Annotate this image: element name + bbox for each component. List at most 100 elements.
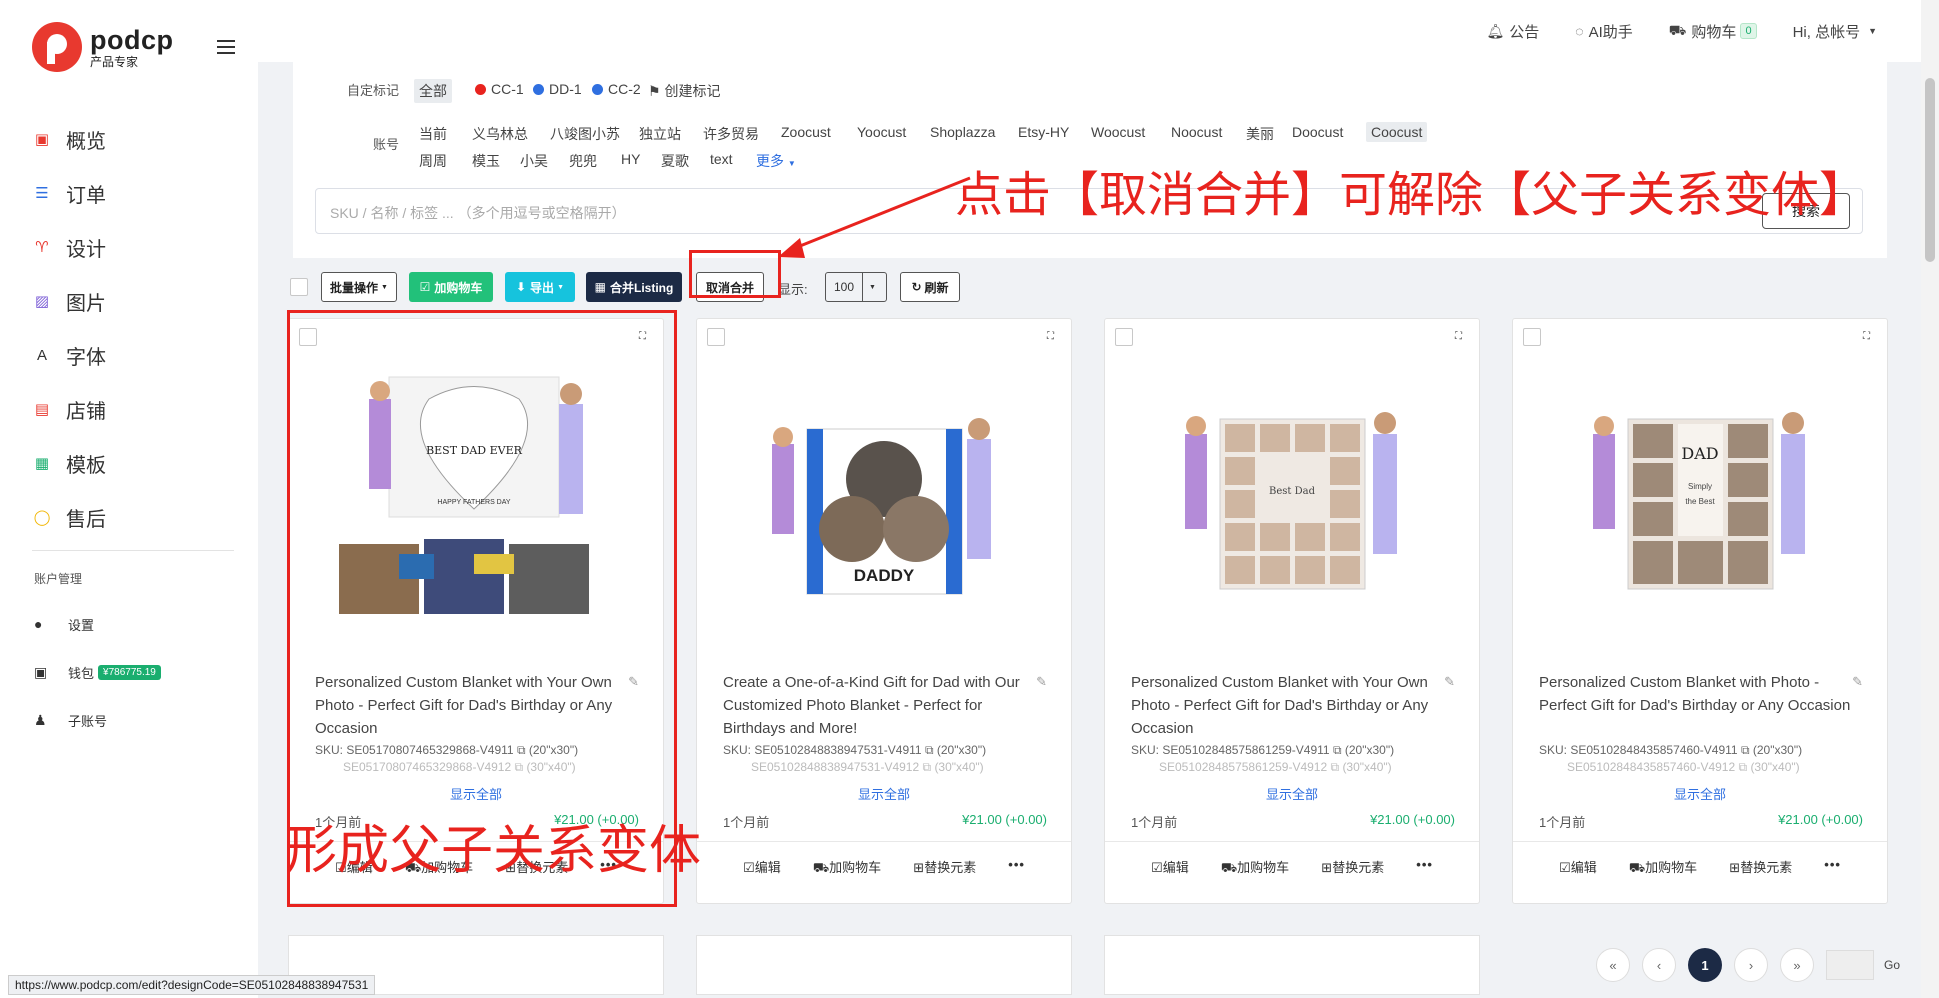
refresh-button[interactable]: ↻ 刷新	[900, 272, 960, 302]
nav-item-images[interactable]: ▨ 图片	[0, 274, 258, 328]
batch-operation-button[interactable]: 批量操作 ▼	[321, 272, 397, 302]
page-1-button[interactable]: 1	[1688, 948, 1722, 982]
last-page-button[interactable]: »	[1780, 948, 1814, 982]
ai-assistant-link[interactable]: ◌ AI助手	[1575, 21, 1633, 42]
account-tag[interactable]: 夏歌	[656, 149, 694, 173]
nav-item-orders[interactable]: ☰ 订单	[0, 166, 258, 220]
account-tag[interactable]: Noocust	[1166, 122, 1227, 142]
first-page-button[interactable]: «	[1596, 948, 1630, 982]
product-image[interactable]: Best Dad	[1105, 359, 1479, 659]
product-card-partial[interactable]	[1104, 935, 1480, 995]
add-to-cart-button[interactable]: ⛟加购物车	[813, 857, 881, 878]
copy-icon[interactable]: ⧉	[1739, 760, 1748, 774]
account-tag[interactable]: HY	[616, 149, 645, 169]
product-title[interactable]: Personalized Custom Blanket with Your Ow…	[1131, 671, 1451, 743]
account-tag[interactable]: 小吴	[515, 149, 553, 173]
nav-item-aftersales[interactable]: ◯ 售后	[0, 490, 258, 544]
export-button[interactable]: ⬇ 导出 ▼	[505, 272, 575, 302]
scrollbar-thumb[interactable]	[1925, 78, 1935, 262]
notice-link[interactable]: 🔔︎ 公告	[1486, 21, 1539, 42]
copy-icon[interactable]: ⧉	[1331, 760, 1340, 774]
account-tag[interactable]: 周周	[414, 149, 452, 173]
add-cart-button[interactable]: ☑ 加购物车	[409, 272, 493, 302]
page-scrollbar[interactable]	[1921, 0, 1939, 998]
nav-item-fonts[interactable]: A 字体	[0, 328, 258, 382]
go-button[interactable]: Go	[1884, 958, 1900, 972]
user-menu[interactable]: Hi, 总帐号 ▼	[1793, 21, 1877, 42]
account-tag[interactable]: 独立站	[634, 122, 686, 146]
edit-button[interactable]: ☑编辑	[743, 857, 781, 878]
product-card-partial[interactable]	[696, 935, 1072, 995]
cart-link[interactable]: ⛟ 购物车 0	[1669, 21, 1757, 42]
account-tag[interactable]: text	[705, 149, 738, 169]
more-options-button[interactable]: •••	[1824, 857, 1841, 878]
copy-icon[interactable]: ⧉	[1741, 743, 1750, 757]
product-title[interactable]: Personalized Custom Blanket with Photo -…	[1539, 671, 1859, 743]
replace-element-button[interactable]: ⊞替换元素	[913, 857, 976, 878]
edit-button[interactable]: ☑编辑	[1151, 857, 1189, 878]
show-all-link[interactable]: 显示全部	[697, 784, 1071, 803]
replace-element-button[interactable]: ⊞替换元素	[1729, 857, 1792, 878]
prev-page-button[interactable]: ‹	[1642, 948, 1676, 982]
next-page-button[interactable]: ›	[1734, 948, 1768, 982]
product-image[interactable]: DADDY	[697, 359, 1071, 659]
account-tag[interactable]: Doocust	[1287, 122, 1348, 142]
more-options-button[interactable]: •••	[1416, 857, 1433, 878]
edit-title-icon[interactable]: ✎	[1444, 674, 1455, 690]
mark-all[interactable]: 全部	[414, 79, 452, 103]
replace-element-button[interactable]: ⊞替换元素	[1321, 857, 1384, 878]
account-tag[interactable]: Yoocust	[852, 122, 911, 142]
expand-icon[interactable]: ⛶	[1047, 331, 1059, 343]
nav-item-stores[interactable]: ▤ 店铺	[0, 382, 258, 436]
nav-item-settings[interactable]: ● 设置	[0, 600, 258, 648]
account-tag[interactable]: Etsy-HY	[1013, 122, 1074, 142]
expand-icon[interactable]: ⛶	[1863, 331, 1875, 343]
add-to-cart-button[interactable]: ⛟加购物车	[1221, 857, 1289, 878]
expand-icon[interactable]: ⛶	[1455, 331, 1467, 343]
account-tag[interactable]: Coocust	[1366, 122, 1428, 142]
copy-icon[interactable]: ⧉	[925, 743, 934, 757]
nav-item-subaccounts[interactable]: ♟ 子账号	[0, 696, 258, 744]
nav-item-overview[interactable]: ▣ 概览	[0, 112, 258, 166]
edit-title-icon[interactable]: ✎	[1036, 674, 1047, 690]
copy-icon[interactable]: ⧉	[1333, 743, 1342, 757]
select-all-checkbox[interactable]	[290, 278, 308, 296]
mark-cc-2[interactable]: CC-2	[587, 79, 646, 99]
card-checkbox[interactable]	[707, 328, 725, 346]
edit-title-icon[interactable]: ✎	[1852, 674, 1863, 690]
mark-cc-1[interactable]: CC-1	[470, 79, 529, 99]
account-tag[interactable]: Shoplazza	[925, 122, 1000, 142]
account-tag[interactable]: 八竣图小苏	[545, 122, 625, 146]
nav-item-wallet[interactable]: ▣ 钱包 ¥786775.19	[0, 648, 258, 696]
copy-icon[interactable]: ⧉	[923, 760, 932, 774]
nav-item-templates[interactable]: ▦ 模板	[0, 436, 258, 490]
account-tag[interactable]: 美丽	[1241, 122, 1279, 146]
show-all-link[interactable]: 显示全部	[1513, 784, 1887, 803]
product-image[interactable]: DAD Simply the Best	[1513, 359, 1887, 659]
account-tag[interactable]: 模玉	[467, 149, 505, 173]
product-card[interactable]: ⛶ DAD Simply the Best Personalized Custo…	[1512, 318, 1888, 904]
create-mark-button[interactable]: ⚑ 创建标记	[643, 79, 725, 103]
account-tag[interactable]: Woocust	[1086, 122, 1150, 142]
mark-dd-1[interactable]: DD-1	[528, 79, 587, 99]
product-card[interactable]: ⛶ Best Dad Personalized Custom Blanket w…	[1104, 318, 1480, 904]
account-tag[interactable]: Zoocust	[776, 122, 836, 142]
page-jump-input[interactable]	[1826, 950, 1874, 980]
show-all-link[interactable]: 显示全部	[1105, 784, 1479, 803]
card-checkbox[interactable]	[1115, 328, 1133, 346]
account-tag[interactable]: 当前	[414, 122, 452, 146]
more-options-button[interactable]: •••	[1008, 857, 1025, 878]
account-tag[interactable]: 义乌林总	[467, 122, 533, 146]
add-to-cart-button[interactable]: ⛟加购物车	[1629, 857, 1697, 878]
account-tag[interactable]: 许多贸易	[698, 122, 764, 146]
menu-collapse-icon[interactable]	[217, 40, 235, 54]
product-card[interactable]: ⛶ DADDY Create a One-of-a-Kind Gift for …	[696, 318, 1072, 904]
product-title[interactable]: Create a One-of-a-Kind Gift for Dad with…	[723, 671, 1043, 743]
card-checkbox[interactable]	[1523, 328, 1541, 346]
page-size-select[interactable]: 100 ▼	[825, 272, 887, 302]
nav-item-design[interactable]: ♈ 设计	[0, 220, 258, 274]
merge-listing-button[interactable]: ▦ 合并Listing	[586, 272, 682, 302]
edit-button[interactable]: ☑编辑	[1559, 857, 1597, 878]
logo[interactable]: podcp 产品专家	[32, 22, 174, 72]
account-tag[interactable]: 兜兜	[564, 149, 602, 173]
